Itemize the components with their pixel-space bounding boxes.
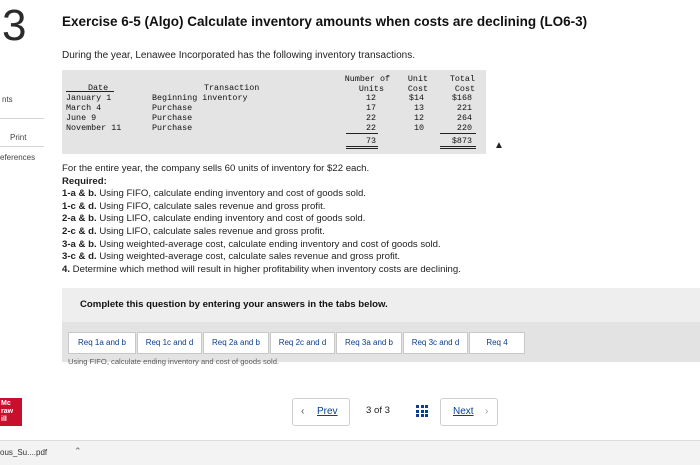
- tab-subtitle-strip: Using FIFO, calculate ending inventory a…: [62, 357, 700, 372]
- units-double-line: [346, 148, 378, 149]
- row-unit-cost: 12: [413, 113, 424, 123]
- total-units: 73: [365, 136, 376, 146]
- prev-button[interactable]: ‹ Prev: [292, 398, 350, 426]
- cost-sum-line: [440, 133, 476, 134]
- header-units: Number of: [344, 74, 390, 84]
- header-unit-cost: Unit: [407, 74, 428, 84]
- units-sum-line: [346, 133, 378, 134]
- chevron-right-icon: ›: [485, 406, 489, 417]
- next-button[interactable]: Next ›: [440, 398, 498, 426]
- instructions-text: Complete this question by entering your …: [80, 299, 388, 310]
- row-units: 22: [365, 113, 376, 123]
- requirement-item: 4. Determine which method will result in…: [62, 263, 461, 275]
- downloaded-file[interactable]: ous_Su....pdf: [0, 448, 47, 457]
- caret-up-icon[interactable]: ⌃: [74, 446, 82, 457]
- question-navigation: ‹ Prev 3 of 3 Next ›: [292, 398, 516, 426]
- tab-req-4[interactable]: Req 4: [469, 332, 525, 354]
- row-date: November 11: [66, 123, 122, 133]
- question-body: For the entire year, the company sells 6…: [62, 163, 461, 276]
- sidebar-divider: [0, 118, 44, 119]
- requirement-item: 2-a & b. Using LIFO, calculate ending in…: [62, 213, 366, 225]
- tab-req-3c-d[interactable]: Req 3c and d: [403, 332, 468, 354]
- requirement-item: 3-c & d. Using weighted-average cost, ca…: [62, 251, 401, 263]
- row-transaction: Beginning inventory: [152, 93, 248, 103]
- row-total-cost: $168: [451, 93, 472, 103]
- row-date: June 9: [66, 113, 97, 123]
- header-transaction: Transaction: [204, 83, 260, 93]
- requirement-item: 3-a & b. Using weighted-average cost, ca…: [62, 238, 441, 250]
- mouse-cursor-icon: ▲: [494, 140, 504, 151]
- tab-req-1a-b[interactable]: Req 1a and b: [68, 332, 136, 354]
- row-transaction: Purchase: [152, 103, 193, 113]
- header-underline: [66, 91, 114, 92]
- download-bar: ous_Su....pdf ⌃: [0, 440, 700, 465]
- requirement-item: 2-c & d. Using LIFO, calculate sales rev…: [62, 225, 325, 237]
- tab-req-1c-d[interactable]: Req 1c and d: [137, 332, 202, 354]
- total-cost: $873: [451, 136, 472, 146]
- row-total-cost: 220: [456, 123, 472, 133]
- tab-req-3a-b[interactable]: Req 3a and b: [336, 332, 402, 354]
- requirement-item: 1-a & b. Using FIFO, calculate ending in…: [62, 188, 366, 200]
- row-date: March 4: [66, 103, 102, 113]
- cost-double-line: [440, 148, 476, 149]
- next-label: Next: [453, 406, 474, 417]
- requirement-tabs: Req 1a and b Req 1c and d Req 2a and b R…: [62, 322, 700, 372]
- left-sidebar: 3 nts Print eferences Mc raw ill: [0, 0, 52, 465]
- header-total-cost: Total: [449, 74, 475, 84]
- row-transaction: Purchase: [152, 113, 193, 123]
- question-number: 3: [2, 1, 27, 50]
- requirement-item: 1-c & d. Using FIFO, calculate sales rev…: [62, 200, 326, 212]
- row-units: 12: [365, 93, 376, 103]
- page-indicator: 3 of 3: [366, 405, 391, 416]
- sidebar-divider: [0, 146, 44, 147]
- row-total-cost: 221: [456, 103, 472, 113]
- sale-statement: For the entire year, the company sells 6…: [62, 163, 370, 174]
- intro-text: During the year, Lenawee Incorporated ha…: [62, 50, 415, 61]
- row-unit-cost: 10: [413, 123, 424, 133]
- tab-req-2c-d[interactable]: Req 2c and d: [270, 332, 335, 354]
- row-transaction: Purchase: [152, 123, 193, 133]
- exercise-title: Exercise 6-5 (Algo) Calculate inventory …: [62, 14, 588, 29]
- row-unit-cost: 13: [413, 103, 424, 113]
- print-link[interactable]: Print: [10, 133, 26, 142]
- row-date: January 1: [66, 93, 112, 103]
- row-unit-cost: $14: [408, 93, 424, 103]
- row-units: 22: [365, 123, 376, 133]
- tab-req-2a-b[interactable]: Req 2a and b: [203, 332, 269, 354]
- chevron-left-icon: ‹: [301, 406, 305, 417]
- inventory-table: Date Transaction Number of Units Unit Co…: [62, 70, 486, 154]
- row-units: 17: [365, 103, 376, 113]
- prev-label: Prev: [317, 406, 338, 417]
- grid-icon[interactable]: [416, 405, 428, 417]
- row-total-cost: 264: [456, 113, 472, 123]
- references-link[interactable]: eferences: [0, 153, 35, 162]
- required-heading: Required:: [62, 175, 107, 187]
- publisher-logo: Mc raw ill: [0, 398, 22, 426]
- tab-subtitle: Using FIFO, calculate ending inventory a…: [68, 357, 280, 366]
- instructions-box: Complete this question by entering your …: [62, 288, 700, 322]
- units-double-line: [346, 146, 378, 147]
- points-label: nts: [2, 95, 13, 104]
- cost-double-line: [440, 146, 476, 147]
